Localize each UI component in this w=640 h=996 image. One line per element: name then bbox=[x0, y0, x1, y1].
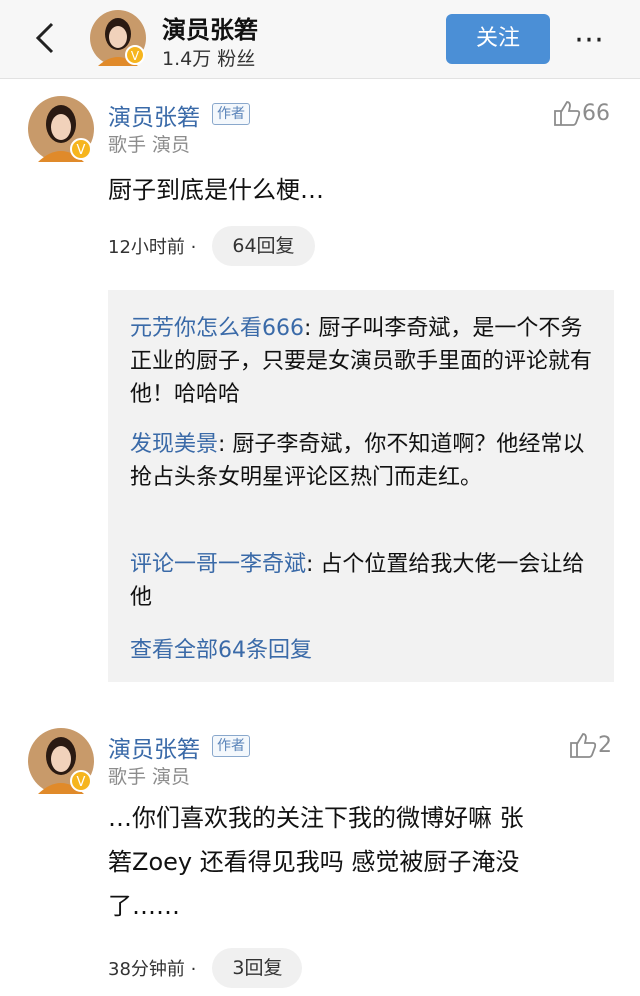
top-bar: V 演员张箬 1.4万 粉丝 关注 ⋯ bbox=[0, 0, 640, 79]
thumbs-up-icon bbox=[554, 101, 581, 126]
view-all-replies-link[interactable]: 查看全部64条回复 bbox=[130, 632, 312, 664]
author-badge: 作者 bbox=[212, 735, 250, 757]
comment-text-line: 箬Zoey 还看得见我吗 感觉被厨子淹没 bbox=[108, 848, 520, 876]
header-fans-count: 1.4万 粉丝 bbox=[162, 48, 256, 70]
reply-username[interactable]: 发现美景 bbox=[130, 432, 218, 457]
like-button[interactable]: 66 bbox=[552, 98, 610, 128]
user-description: 歌手 演员 bbox=[108, 766, 191, 788]
reply-username[interactable]: 元芳你怎么看666 bbox=[130, 316, 304, 341]
svg-text:V: V bbox=[131, 49, 140, 63]
header-username: 演员张箬 bbox=[162, 16, 258, 44]
comment-text-line: …你们喜欢我的关注下我的微博好嘛 张 bbox=[108, 804, 524, 832]
comment-username[interactable]: 演员张箬 bbox=[108, 98, 200, 132]
comment-username[interactable]: 演员张箬 bbox=[108, 730, 200, 764]
comment-meta: 12小时前 · 64回复 bbox=[108, 226, 315, 266]
comment-avatar[interactable]: V bbox=[28, 728, 94, 794]
reply-item[interactable]: 元芳你怎么看666: 厨子叫李奇斌，是一个不务正业的厨子，只要是女演员歌手里面的… bbox=[130, 312, 600, 411]
like-button[interactable]: 2 bbox=[568, 730, 612, 760]
header-avatar[interactable]: V bbox=[90, 10, 146, 66]
comment-time: 12小时前 · bbox=[108, 237, 197, 258]
comment-avatar[interactable]: V bbox=[28, 96, 94, 162]
reply-username[interactable]: 评论一哥一李奇斌 bbox=[130, 552, 306, 577]
thumbs-up-icon bbox=[570, 733, 597, 758]
more-icon[interactable]: ⋯ bbox=[574, 22, 606, 57]
like-count: 2 bbox=[598, 732, 612, 758]
svg-text:V: V bbox=[77, 775, 86, 790]
comment-text: 厨子到底是什么梗… bbox=[108, 176, 324, 204]
comment-text-line: 了…… bbox=[108, 892, 180, 920]
reply-item[interactable]: 评论一哥一李奇斌: 占个位置给我大佬一会让给他 bbox=[130, 548, 600, 614]
user-description: 歌手 演员 bbox=[108, 134, 191, 156]
author-badge: 作者 bbox=[212, 103, 250, 125]
svg-text:V: V bbox=[77, 143, 86, 158]
comment-meta: 38分钟前 · 3回复 bbox=[108, 948, 303, 988]
replies-panel: 元芳你怎么看666: 厨子叫李奇斌，是一个不务正业的厨子，只要是女演员歌手里面的… bbox=[108, 290, 614, 682]
comment-text: …你们喜欢我的关注下我的微博好嘛 张 箬Zoey 还看得见我吗 感觉被厨子淹没 … bbox=[108, 796, 524, 928]
reply-count-button[interactable]: 64回复 bbox=[212, 226, 315, 266]
reply-item[interactable]: 发现美景: 厨子李奇斌，你不知道啊？他经常以抢占头条女明星评论区热门而走红。 bbox=[130, 428, 600, 494]
back-arrow-icon[interactable] bbox=[28, 18, 68, 58]
comment-time: 38分钟前 · bbox=[108, 959, 197, 980]
follow-button[interactable]: 关注 bbox=[446, 14, 550, 64]
like-count: 66 bbox=[582, 100, 610, 126]
reply-count-button[interactable]: 3回复 bbox=[212, 948, 303, 988]
